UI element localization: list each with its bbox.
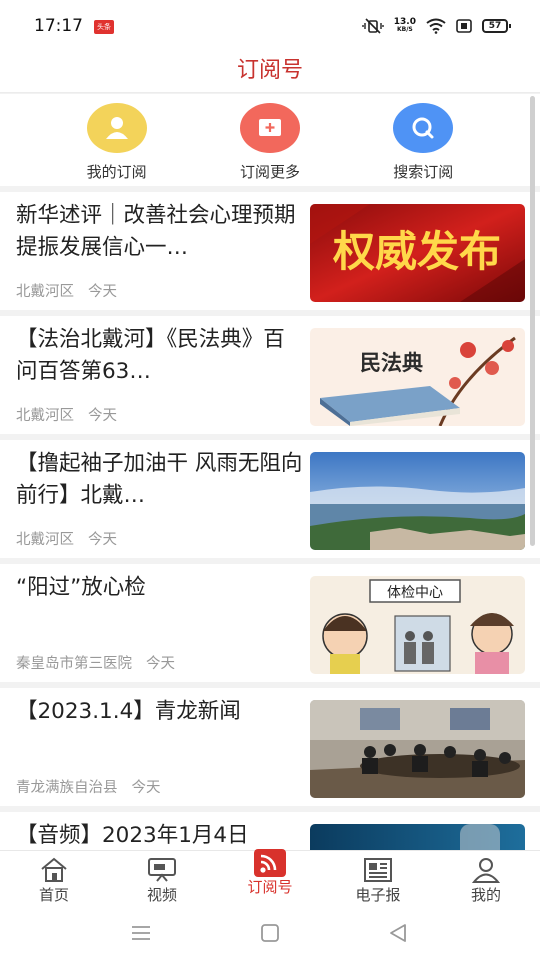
nav-profile[interactable]: 我的	[432, 851, 540, 908]
news-item[interactable]: 新华述评｜改善社会心理预期提振发展信心一… 北戴河区 今天 权威发布	[0, 192, 540, 310]
thumbnail-text: 体检中心	[387, 585, 443, 601]
rss-icon	[254, 849, 286, 877]
news-meta: 秦皇岛市第三医院 今天	[16, 652, 175, 673]
mute-vibrate-icon	[362, 18, 384, 34]
video-icon	[148, 858, 176, 882]
nav-label: 首页	[38, 886, 69, 904]
nav-label: 我的	[470, 886, 501, 904]
news-time: 今天	[146, 656, 175, 672]
news-thumbnail	[310, 700, 525, 798]
news-meta: 青龙满族自治县 今天	[16, 776, 161, 797]
scrollbar[interactable]	[530, 96, 535, 546]
news-meta: 北戴河区 今天	[16, 280, 117, 301]
status-bar: 17:17 头条 13.0 KB/S 57	[0, 0, 540, 48]
page-title: 订阅号	[236, 58, 303, 83]
thumbnail-text: 权威发布	[332, 227, 501, 276]
search-icon	[393, 103, 454, 153]
net-speed: 13.0 KB/S	[394, 18, 416, 34]
shortcut-label: 订阅更多	[239, 163, 300, 181]
home-button-icon[interactable]	[259, 922, 281, 944]
nav-label: 视频	[146, 886, 177, 904]
news-time: 今天	[88, 284, 117, 300]
shortcut-label: 我的订阅	[86, 163, 147, 181]
news-item[interactable]: 【2023.1.4】青龙新闻 青龙满族自治县 今天	[0, 688, 540, 806]
news-source: 青龙满族自治县	[16, 780, 118, 796]
news-thumbnail: 体检中心	[310, 576, 525, 674]
news-title: “阳过”放心检	[16, 575, 146, 600]
news-title: 【法治北戴河】《民法典》百问百答第63…	[16, 327, 285, 384]
my-subscriptions-button[interactable]: 我的订阅	[57, 94, 177, 186]
news-time: 今天	[88, 408, 117, 424]
news-source: 北戴河区	[16, 532, 74, 548]
wifi-icon	[426, 18, 446, 34]
news-item[interactable]: 【法治北戴河】《民法典》百问百答第63… 北戴河区 今天 民法典	[0, 316, 540, 434]
thumbnail-text: 民法典	[360, 351, 423, 375]
news-thumbnail	[310, 824, 525, 850]
add-subscription-icon	[239, 103, 300, 153]
nav-video[interactable]: 视频	[108, 851, 216, 908]
search-subscriptions-button[interactable]: 搜索订阅	[363, 94, 483, 186]
subscribe-more-button[interactable]: 订阅更多	[210, 94, 330, 186]
news-time: 今天	[88, 532, 117, 548]
profile-icon	[471, 858, 501, 883]
shortcut-label: 搜索订阅	[393, 163, 454, 181]
battery-icon: 57	[482, 19, 511, 33]
status-time: 17:17	[34, 16, 83, 36]
news-time: 今天	[131, 780, 161, 796]
title-bar: 订阅号	[0, 48, 540, 93]
sim-icon	[456, 19, 472, 33]
news-title: 【2023.1.4】青龙新闻	[16, 699, 241, 724]
news-title: 【音频】2023年1月4日	[16, 823, 249, 848]
net-speed-unit: KB/S	[397, 26, 413, 33]
news-thumbnail: 权威发布	[310, 204, 525, 302]
news-item[interactable]: 【音频】2023年1月4日	[0, 812, 540, 850]
news-thumbnail	[310, 452, 525, 550]
news-title: 【撸起袖子加油干 风雨无阻向前行】北戴…	[16, 451, 303, 508]
nav-label: 订阅号	[247, 878, 293, 896]
news-item[interactable]: 【撸起袖子加油干 风雨无阻向前行】北戴… 北戴河区 今天	[0, 440, 540, 558]
news-source: 秦皇岛市第三医院	[16, 656, 132, 672]
newspaper-icon	[364, 858, 392, 882]
news-thumbnail: 民法典	[310, 328, 525, 426]
subscription-shortcuts: 我的订阅 订阅更多 搜索订阅	[0, 94, 540, 186]
status-icons: 13.0 KB/S 57	[362, 16, 511, 36]
news-source: 北戴河区	[16, 408, 74, 424]
person-icon	[86, 103, 147, 153]
news-item[interactable]: “阳过”放心检 秦皇岛市第三医院 今天 体检中心	[0, 564, 540, 682]
news-title: 新华述评｜改善社会心理预期提振发展信心一…	[16, 203, 296, 260]
nav-newspaper[interactable]: 电子报	[324, 851, 432, 908]
news-meta: 北戴河区 今天	[16, 404, 117, 425]
nav-subscriptions[interactable]: 订阅号	[216, 849, 324, 908]
back-icon[interactable]	[387, 922, 409, 944]
bottom-navigation: 首页 视频 订阅号 电子报 我的	[0, 849, 540, 908]
app-notification-icon: 头条	[94, 20, 114, 34]
nav-label: 电子报	[355, 886, 401, 904]
news-feed[interactable]: 新华述评｜改善社会心理预期提振发展信心一… 北戴河区 今天 权威发布 【法治北戴河…	[0, 192, 540, 850]
home-icon	[41, 857, 67, 882]
news-source: 北戴河区	[16, 284, 74, 300]
menu-icon[interactable]	[130, 922, 152, 944]
news-meta: 北戴河区 今天	[16, 528, 117, 549]
nav-home[interactable]: 首页	[0, 851, 108, 908]
system-navigation-bar	[0, 908, 540, 960]
